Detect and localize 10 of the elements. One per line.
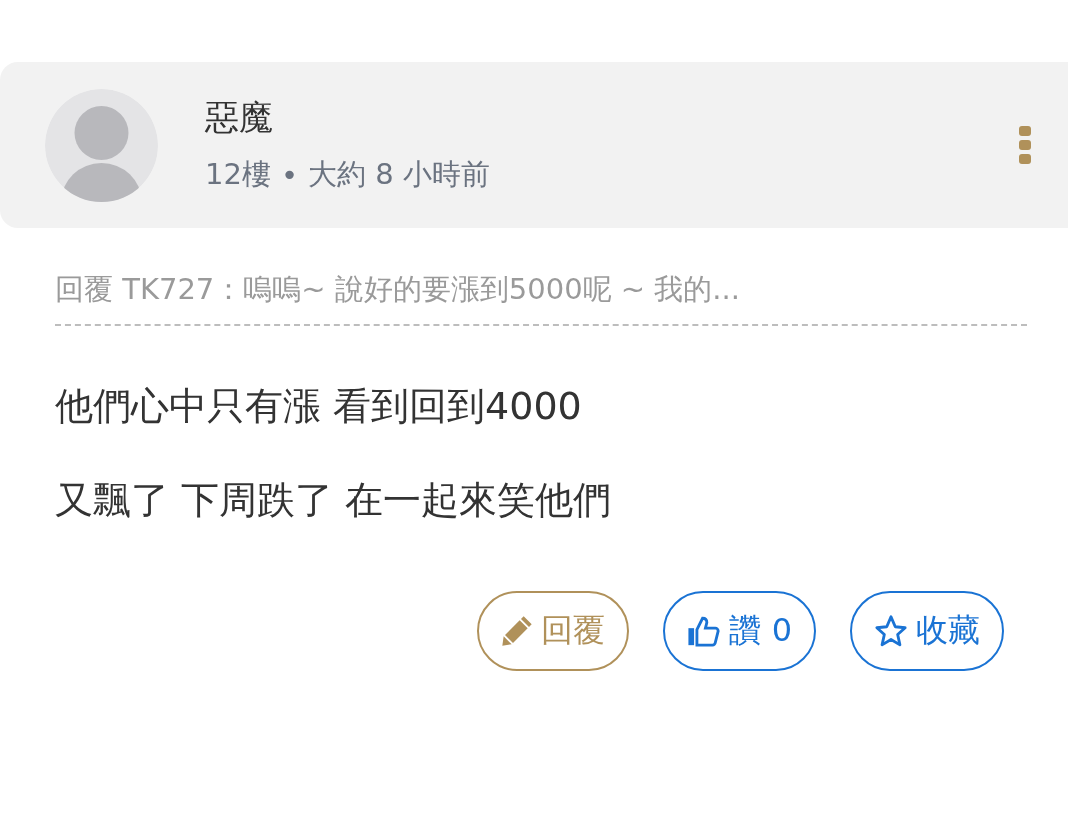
like-button[interactable]: 讚 0 (663, 591, 816, 672)
comment-text: 又飄了 下周跌了 在一起來笑他們 (55, 477, 613, 524)
reply-button[interactable]: 回覆 (477, 591, 630, 672)
quoted-reply: 回覆 TK727：嗚嗚~ 說好的要漲到5000呢 ~ 我的... (55, 270, 1027, 326)
separator-dot: • (280, 158, 298, 192)
floor-number: 12樓 (205, 156, 271, 193)
author-name: 惡魔 (205, 96, 274, 139)
post-time: 大約 8 小時前 (308, 156, 490, 193)
comment-text: 他們心中只有漲 看到回到4000 (55, 384, 583, 430)
favorite-button[interactable]: 收藏 (850, 591, 1004, 672)
